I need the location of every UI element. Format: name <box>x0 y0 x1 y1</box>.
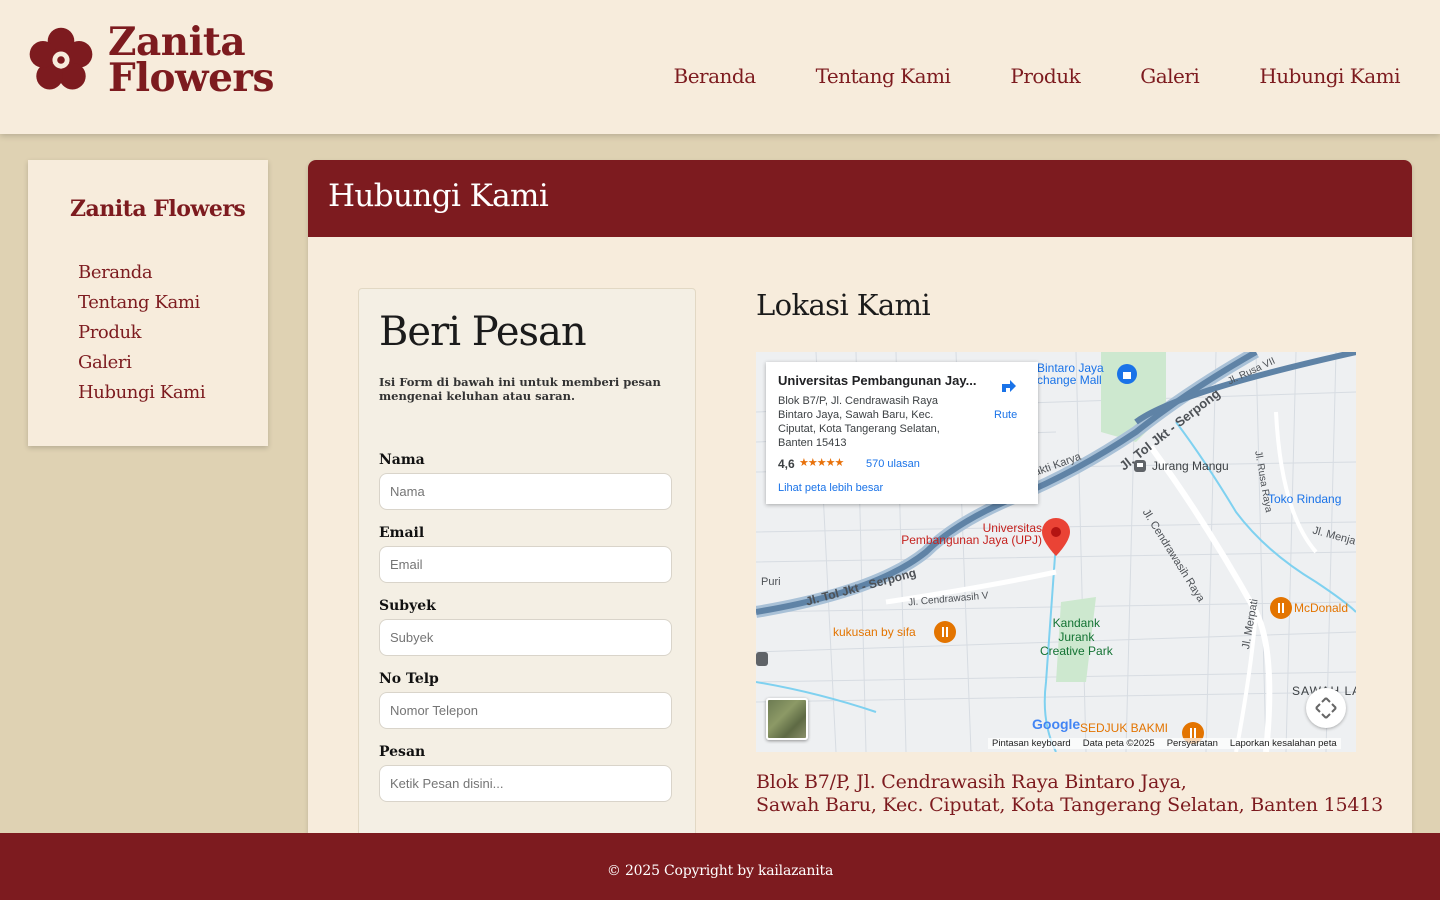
brand-name: Zanita Flowers <box>108 23 274 101</box>
form-description: Isi Form di bawah ini untuk memberi pesa… <box>379 375 661 403</box>
sidebar-title: Zanita Flowers <box>70 196 246 222</box>
map-label-kandank: Kandank Jurank Creative Park <box>1040 616 1113 658</box>
address-line-2: Sawah Baru, Kec. Ciputat, Kota Tangerang… <box>756 794 1384 816</box>
map-pin-label: Universitas Pembangunan Jaya (UPJ) <box>880 521 1042 547</box>
nav-produk[interactable]: Produk <box>1010 64 1080 88</box>
transit-icon <box>756 652 768 666</box>
address-text: Blok B7/P, Jl. Cendrawasih Raya Bintaro … <box>756 771 1383 817</box>
google-logo: Google <box>1032 716 1080 732</box>
sidebar-item-hubungi-kami[interactable]: Hubungi Kami <box>78 378 206 408</box>
sidebar-item-produk[interactable]: Produk <box>78 318 205 348</box>
view-larger-map-link[interactable]: Lihat peta lebih besar <box>778 482 883 494</box>
location-title: Lokasi Kami <box>756 288 931 322</box>
nav-beranda[interactable]: Beranda <box>674 64 757 88</box>
map-label-kandank-3: Creative Park <box>1040 644 1113 658</box>
name-label: Nama <box>379 452 425 468</box>
keyboard-shortcuts-link[interactable]: Pintasan keyboard <box>992 738 1071 749</box>
place-name[interactable]: Universitas Pembangunan Jay... <box>778 373 988 388</box>
message-label: Pesan <box>379 744 426 760</box>
directions-icon[interactable] <box>994 372 1022 406</box>
site-footer: © 2025 Copyright by kailazanita <box>0 833 1440 900</box>
map-label-bintaro-2: change Mall <box>1037 373 1102 387</box>
brand-logo[interactable]: Zanita Flowers <box>22 22 274 98</box>
message-field[interactable] <box>379 765 672 802</box>
location-pin-icon[interactable] <box>1042 518 1070 556</box>
transit-icon <box>1134 460 1146 472</box>
brand-line-2: Flowers <box>108 55 274 101</box>
phone-label: No Telp <box>379 671 439 687</box>
top-nav: Beranda Tentang Kami Produk Galeri Hubun… <box>674 64 1401 88</box>
fullscreen-icon <box>1315 697 1337 719</box>
shopping-icon <box>1117 364 1137 384</box>
restaurant-icon <box>934 621 956 643</box>
subject-field[interactable] <box>379 619 672 656</box>
map-label-kandank-2: Jurank <box>1058 630 1095 644</box>
map-label-puri: Puri <box>761 576 781 588</box>
directions-label[interactable]: Rute <box>994 409 1017 421</box>
map-attribution: Pintasan keyboard Data peta ©2025 Persya… <box>988 738 1341 749</box>
map-label-kukusan: kukusan by sifa <box>833 625 916 639</box>
map-label-mcdonald: McDonald <box>1294 601 1349 615</box>
panel-header: Hubungi Kami <box>308 160 1412 237</box>
embedded-map[interactable]: Bintaro Jaya change Mall Jl. Rusa VII Jl… <box>756 352 1356 752</box>
name-field[interactable] <box>379 473 672 510</box>
place-rating: 4,6 <box>778 457 795 471</box>
terms-link[interactable]: Persyaratan <box>1167 738 1218 749</box>
fullscreen-button[interactable] <box>1306 688 1346 728</box>
sidebar-item-beranda[interactable]: Beranda <box>78 258 205 288</box>
place-info-card: Universitas Pembangunan Jay... Blok B7/P… <box>766 362 1038 504</box>
map-data-text: Data peta ©2025 <box>1082 738 1155 749</box>
subject-label: Subyek <box>379 598 436 614</box>
address-line-1: Blok B7/P, Jl. Cendrawasih Raya Bintaro … <box>756 771 1187 793</box>
place-address: Blok B7/P, Jl. Cendrawasih Raya Bintaro … <box>778 395 940 449</box>
map-label-kandank-1: Kandank <box>1052 616 1101 630</box>
nav-hubungi-kami[interactable]: Hubungi Kami <box>1259 64 1400 88</box>
flower-icon <box>29 27 93 90</box>
sidebar-menu: Beranda Tentang Kami Produk Galeri Hubun… <box>78 258 206 408</box>
map-label-bintaro: Bintaro Jaya change Mall <box>1037 361 1104 387</box>
map-label-jurang-mangu: Jurang Mangu <box>1152 459 1229 473</box>
map-label-sedjuk: SEDJUK BAKMI <box>1080 721 1169 735</box>
map-label-toko-rindang: Toko Rindang <box>1268 492 1342 506</box>
copyright-text: © 2025 Copyright by kailazanita <box>606 863 834 879</box>
map-pin-label-2: Pembangunan Jaya (UPJ) <box>901 533 1042 547</box>
site-header: Zanita Flowers Beranda Tentang Kami Prod… <box>0 0 1440 134</box>
email-field[interactable] <box>379 546 672 583</box>
google-logo-text: Google <box>1032 716 1081 732</box>
sidebar-item-tentang-kami[interactable]: Tentang Kami <box>78 288 205 318</box>
sidebar-item-galeri[interactable]: Galeri <box>78 348 205 378</box>
nav-galeri[interactable]: Galeri <box>1140 64 1200 88</box>
email-label: Email <box>379 525 425 541</box>
star-rating-icon: ★★★★★ <box>799 457 844 469</box>
nav-tentang-kami[interactable]: Tentang Kami <box>816 64 951 88</box>
sidebar: Zanita Flowers Beranda Tentang Kami Prod… <box>28 160 268 446</box>
restaurant-icon <box>1270 597 1292 619</box>
phone-field[interactable] <box>379 692 672 729</box>
reviews-link[interactable]: 570 ulasan <box>866 458 920 470</box>
message-form: Beri Pesan Isi Form di bawah ini untuk m… <box>358 288 696 860</box>
contact-panel: Hubungi Kami Beri Pesan Isi Form di bawa… <box>308 160 1412 860</box>
page-title: Hubungi Kami <box>328 178 549 214</box>
form-title: Beri Pesan <box>379 309 587 355</box>
report-error-link[interactable]: Laporkan kesalahan peta <box>1230 738 1337 749</box>
satellite-toggle[interactable] <box>766 698 808 740</box>
